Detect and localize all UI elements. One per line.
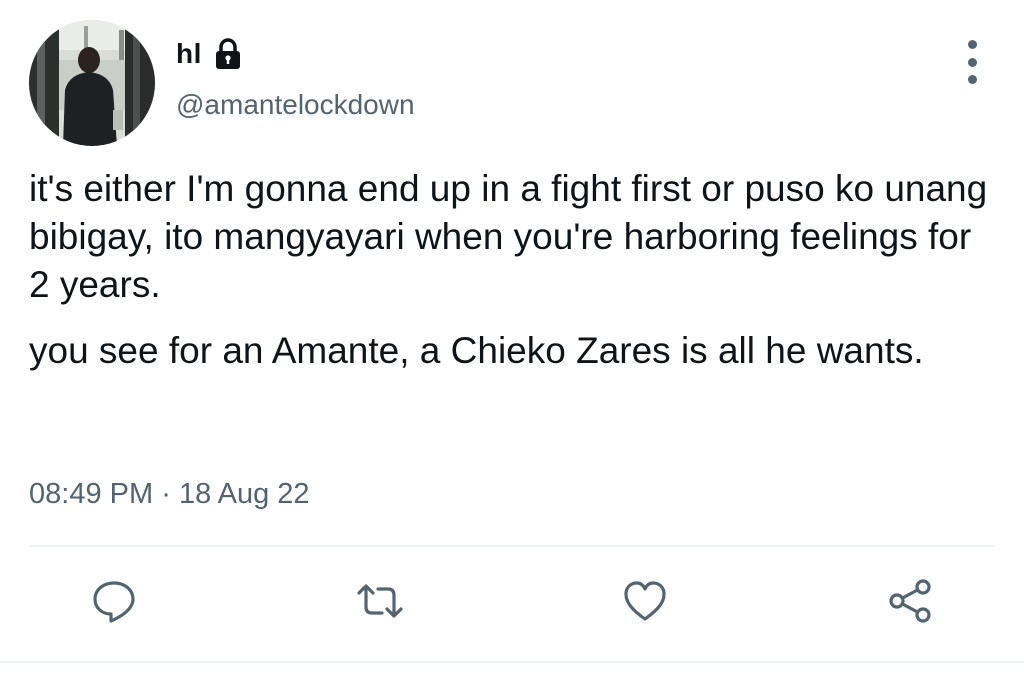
action-bar <box>0 570 1024 634</box>
author-name-row: hl <box>176 34 246 74</box>
divider <box>29 545 994 547</box>
tweet-timestamp[interactable]: 08:49 PM · 18 Aug 22 <box>29 478 310 511</box>
heart-icon <box>621 577 669 630</box>
more-dot-icon <box>967 40 977 49</box>
retweet-button[interactable] <box>355 578 405 628</box>
share-icon <box>885 576 935 631</box>
timestamp-separator: · <box>161 478 171 510</box>
bottom-divider <box>0 661 1024 663</box>
tweet-time: 08:49 PM <box>29 478 154 510</box>
comment-icon <box>90 577 138 630</box>
share-button[interactable] <box>885 578 935 628</box>
author-handle[interactable]: @amantelockdown <box>176 89 415 121</box>
more-options-button[interactable] <box>956 40 988 84</box>
tweet-card: hl @amantelockdown it's either I'm gonna… <box>0 0 1024 677</box>
lock-icon <box>210 36 246 72</box>
reply-button[interactable] <box>89 578 139 628</box>
more-dot-icon <box>967 75 977 84</box>
like-button[interactable] <box>620 578 670 628</box>
display-name[interactable]: hl <box>176 38 202 70</box>
avatar[interactable] <box>29 20 155 146</box>
more-dot-icon <box>967 57 977 67</box>
tweet-paragraph: you see for an Amante, a Chieko Zares is… <box>29 330 924 371</box>
retweet-icon <box>354 577 406 630</box>
tweet-text: it's either I'm gonna end up in a fight … <box>29 165 994 393</box>
tweet-paragraph: it's either I'm gonna end up in a fight … <box>29 168 998 305</box>
tweet-date: 18 Aug 22 <box>178 478 310 510</box>
